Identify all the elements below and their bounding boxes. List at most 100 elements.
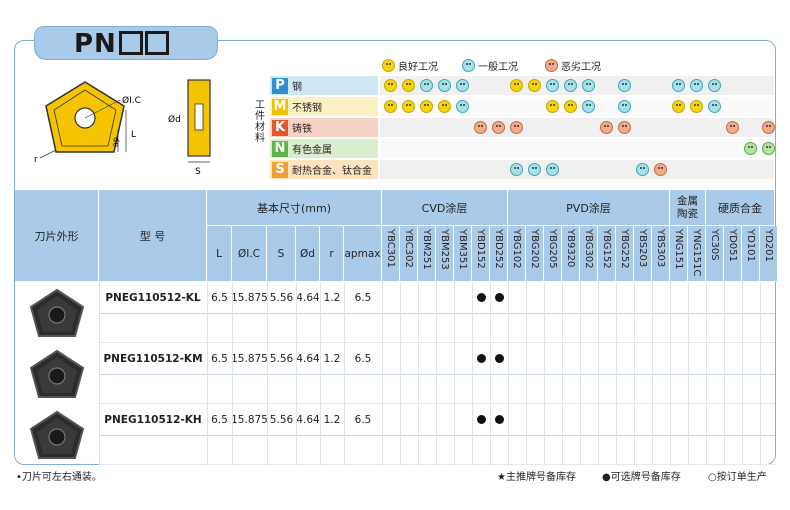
column-divider	[508, 282, 509, 465]
smile-face-icon	[672, 100, 685, 113]
neutral-face-icon	[456, 100, 469, 113]
l-label: L	[131, 130, 136, 140]
grade-header: YB9320	[562, 226, 580, 282]
grade-header: YBG205	[544, 226, 562, 282]
header-cvd: CVD涂层	[382, 190, 508, 226]
material-strip	[380, 160, 774, 179]
column-divider	[598, 282, 599, 465]
legend-bad: 恶劣工况	[545, 58, 601, 73]
neutral-face-icon	[456, 79, 469, 92]
smile-face-icon	[510, 79, 523, 92]
column-divider	[400, 282, 401, 465]
availability-cell	[472, 282, 490, 313]
model-cell: PNEG110512-KH	[104, 413, 202, 426]
material-n-label: N 有色金属	[270, 139, 378, 158]
dim-cell: 6.5	[354, 291, 372, 304]
header-model: 型 号	[99, 190, 207, 282]
column-divider	[436, 282, 437, 465]
column-divider	[454, 282, 455, 465]
column-divider	[490, 282, 491, 465]
model-cell: PNEG110512-KM	[103, 352, 203, 365]
neutral-face-icon	[564, 79, 577, 92]
column-divider	[296, 282, 297, 465]
grade-header: YBG152	[598, 226, 616, 282]
legend-good: 良好工况	[382, 58, 438, 73]
smile-face-icon	[528, 79, 541, 92]
insert-image	[29, 410, 85, 459]
sad-face-icon	[600, 121, 613, 134]
column-divider	[580, 282, 581, 465]
column-divider	[670, 282, 671, 465]
dim-cell: 15.875	[231, 291, 268, 304]
availability-cell	[490, 404, 508, 435]
dim-header: L	[207, 226, 232, 282]
neutral-face-icon	[690, 79, 703, 92]
grade-header: YBG202	[526, 226, 544, 282]
dot-icon	[494, 354, 504, 363]
insert-diagram: ØI.C L ap r Ød S	[34, 79, 211, 177]
column-divider	[688, 282, 689, 465]
title-box-2	[144, 31, 169, 55]
smile-face-icon	[402, 100, 415, 113]
dim-cell: 6.5	[354, 413, 372, 426]
neutral-face-icon	[546, 79, 559, 92]
neutral-face-icon	[708, 100, 721, 113]
column-divider	[267, 282, 268, 465]
dot-icon	[494, 415, 504, 424]
grade-header: YBG102	[508, 226, 526, 282]
column-divider	[344, 282, 345, 465]
dot-icon	[476, 293, 486, 302]
insert-image	[29, 349, 85, 398]
smile-face-icon	[402, 79, 415, 92]
neutral-face-icon	[744, 142, 757, 155]
material-letter-icon: N	[272, 140, 288, 157]
material-strip	[380, 139, 774, 158]
grade-header: YBS203	[634, 226, 652, 282]
column-divider	[382, 282, 383, 465]
availability-cell	[472, 404, 490, 435]
sad-face-icon	[492, 121, 505, 134]
legend-circle: ○按订单生产	[708, 472, 767, 483]
dim-cell: 6.5	[354, 352, 372, 365]
grade-header: YBC301	[382, 226, 400, 282]
dim-header: r	[320, 226, 344, 282]
header-cermet: 金属陶瓷	[670, 190, 706, 226]
column-divider	[652, 282, 653, 465]
column-divider	[706, 282, 707, 465]
row-divider	[99, 313, 775, 314]
dim-cell: 15.875	[231, 352, 268, 365]
grade-header: YD051	[724, 226, 742, 282]
availability-cell	[490, 282, 508, 313]
column-divider	[760, 282, 761, 465]
dim-header: S	[267, 226, 296, 282]
column-divider	[562, 282, 563, 465]
column-divider	[544, 282, 545, 465]
column-divider	[634, 282, 635, 465]
header-pvd: PVD涂层	[508, 190, 670, 226]
material-name: 钢	[292, 82, 302, 93]
smile-face-icon	[690, 100, 703, 113]
dim-cell: 6.5	[211, 413, 228, 426]
dim-cell: 1.2	[323, 413, 341, 426]
dim-cell: 15.875	[231, 413, 268, 426]
neutral-face-icon	[582, 79, 595, 92]
dim-cell: 4.64	[296, 352, 320, 365]
material-name: 不锈钢	[292, 103, 322, 114]
legend-dot: ●可选牌号备库存	[602, 472, 681, 483]
insert-image	[29, 288, 85, 337]
sad-face-icon	[545, 59, 558, 72]
smile-face-icon	[420, 100, 433, 113]
column-divider	[472, 282, 473, 465]
grade-header: YBM251	[418, 226, 436, 282]
grade-header: YBS303	[652, 226, 670, 282]
smile-face-icon	[438, 100, 451, 113]
grade-header: YBG302	[580, 226, 598, 282]
smile-face-icon	[564, 100, 577, 113]
grade-header: YNG151	[670, 226, 688, 282]
dim-cell: 4.64	[296, 291, 320, 304]
neutral-face-icon	[438, 79, 451, 92]
material-letter-icon: M	[272, 98, 288, 115]
material-name: 铸铁	[292, 124, 312, 135]
dim-cell: 5.56	[269, 413, 294, 426]
material-k-label: K 铸铁	[270, 118, 378, 137]
